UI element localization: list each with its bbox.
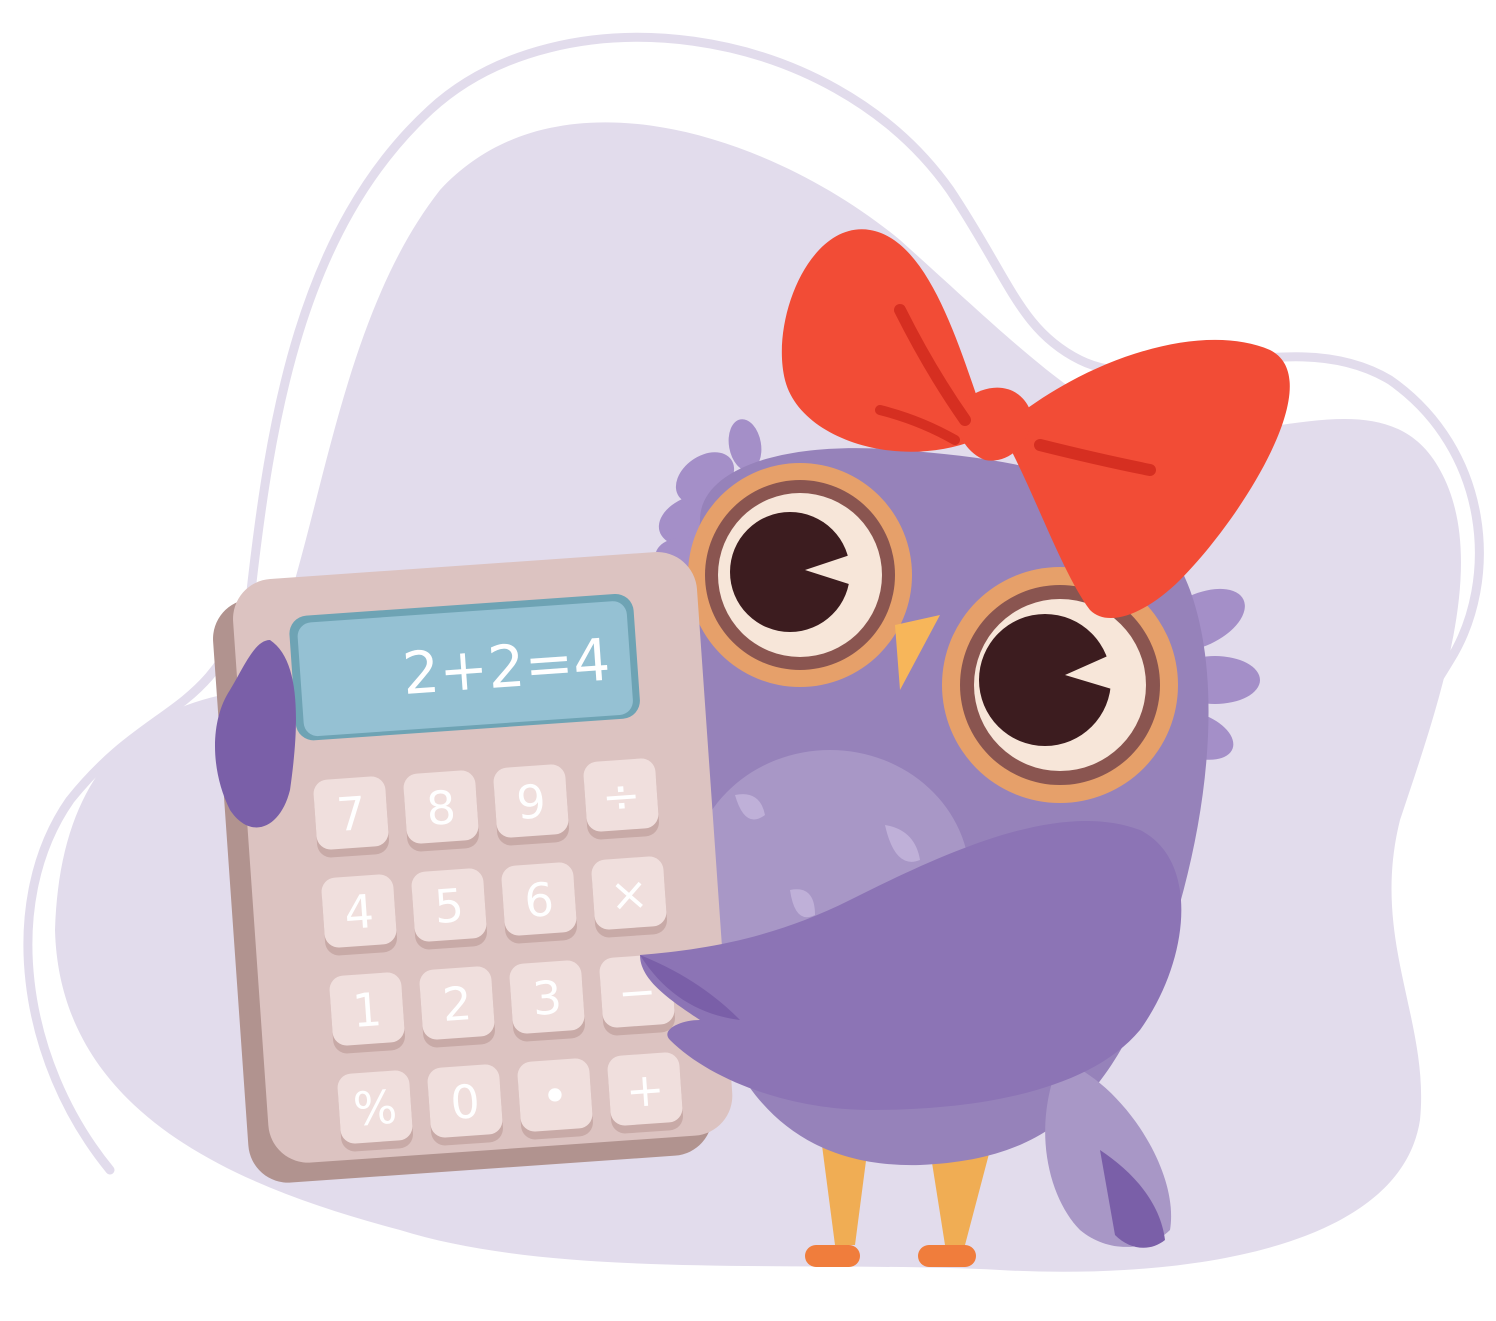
calculator-key-percent[interactable]: %: [337, 1070, 414, 1153]
owl-left-eye: [688, 463, 912, 687]
owl-right-foot: [918, 1245, 976, 1267]
calculator-key-multiply[interactable]: ×: [591, 856, 668, 939]
calculator-key-label: ÷: [600, 768, 642, 825]
calculator: 2+2=4 7 8 9 ÷4 5 6 ×1 2 3 −% 0 • +: [213, 552, 733, 1183]
calculator-key-decimal[interactable]: •: [517, 1058, 594, 1141]
calculator-key-2[interactable]: 2: [419, 966, 496, 1049]
calculator-key-label: 0: [449, 1074, 482, 1130]
calculator-key-5[interactable]: 5: [411, 868, 488, 951]
calculator-key-0[interactable]: 0: [427, 1064, 504, 1147]
calculator-key-1[interactable]: 1: [329, 972, 406, 1055]
calculator-key-4[interactable]: 4: [321, 874, 398, 957]
calculator-key-divide[interactable]: ÷: [583, 758, 660, 841]
calculator-key-label: ×: [608, 866, 650, 923]
calculator-key-label: 6: [523, 872, 556, 928]
calculator-key-label: %: [351, 1080, 398, 1137]
calculator-key-label: 1: [351, 982, 384, 1038]
calculator-key-6[interactable]: 6: [501, 862, 578, 945]
calculator-key-label: 7: [335, 786, 368, 842]
calculator-key-label: 4: [343, 884, 376, 940]
calculator-key-7[interactable]: 7: [313, 776, 390, 859]
calculator-key-label: 9: [515, 774, 548, 830]
calculator-key-label: 2: [441, 976, 474, 1032]
calculator-key-label: 8: [425, 780, 458, 836]
calculator-key-plus[interactable]: +: [607, 1052, 684, 1135]
owl-calculator-illustration: 2+2=4 7 8 9 ÷4 5 6 ×1 2 3 −% 0 • +: [23, 32, 1484, 1272]
calculator-key-3[interactable]: 3: [509, 960, 586, 1043]
calculator-key-label: +: [624, 1062, 666, 1119]
calculator-key-label: 5: [433, 878, 466, 934]
calculator-key-8[interactable]: 8: [403, 770, 480, 853]
owl-left-foot: [805, 1245, 860, 1267]
calculator-display-text: 2+2=4: [400, 626, 612, 708]
calculator-key-label: •: [540, 1068, 571, 1124]
calculator-key-label: 3: [531, 970, 564, 1026]
calculator-key-9[interactable]: 9: [493, 764, 570, 847]
